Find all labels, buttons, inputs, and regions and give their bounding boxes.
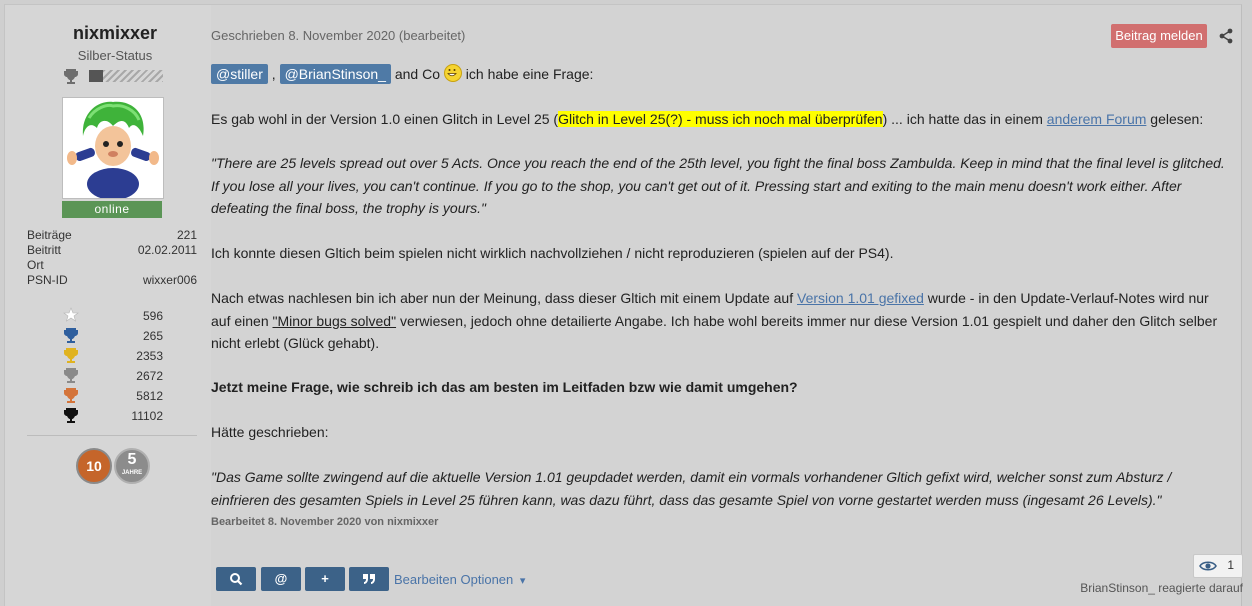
- stat-joined: Beitritt 02.02.2011: [27, 243, 197, 258]
- paragraph-would-write: Hätte geschrieben:: [211, 424, 329, 440]
- trophy-stat-value: 5812: [136, 389, 163, 403]
- chevron-down-icon: ▾: [519, 575, 526, 587]
- minor-bugs-link[interactable]: "Minor bugs solved": [273, 313, 397, 329]
- badge-5-years-icon[interactable]: 5 JAHRE: [114, 448, 150, 484]
- trophy-stat-value: 2672: [136, 369, 163, 383]
- trophy-stat-stars: 596: [63, 307, 163, 325]
- text: ) ... ich hatte das in einem: [882, 111, 1043, 127]
- stat-posts: Beiträge 221: [27, 228, 197, 243]
- stat-location: Ort: [27, 258, 197, 273]
- stat-label: Ort: [27, 258, 44, 272]
- forum-post: nixmixxer Silber-Status online Beiträge …: [4, 4, 1243, 606]
- paragraph-reproduce: Ich konnte diesen Gltich beim spielen ni…: [211, 245, 894, 261]
- text: Es gab wohl in der Version 1.0 einen Gli…: [211, 111, 559, 127]
- edit-options-label: Bearbeiten Optionen: [394, 572, 514, 587]
- author-rank: Silber-Status: [77, 48, 153, 63]
- bronze-trophy-icon: [64, 388, 78, 403]
- avatar[interactable]: [62, 97, 164, 199]
- quote-icon: [363, 574, 375, 584]
- trophy-stat-value: 265: [142, 329, 163, 343]
- reaction-text[interactable]: BrianStinson_ reagierte darauf: [1073, 581, 1243, 595]
- platinum-trophy-icon: [64, 328, 78, 343]
- rank-progress-bar: [89, 70, 163, 82]
- trophy-icon: [64, 69, 78, 84]
- quote-paragraph: "There are 25 levels spread out over 5 A…: [211, 155, 1225, 216]
- badge-10-icon[interactable]: 10: [76, 448, 112, 484]
- search-icon: [230, 573, 243, 586]
- star-icon: [63, 307, 79, 322]
- quote-button[interactable]: [349, 567, 389, 591]
- paragraph-glitch: Es gab wohl in der Version 1.0 einen Gli…: [211, 108, 1231, 131]
- intro-text: and Co: [394, 66, 440, 82]
- trophy-stat-gold: 2353: [63, 347, 163, 365]
- post-content: Geschrieben 8. November 2020 (bearbeitet…: [211, 5, 1243, 606]
- author-sidebar: nixmixxer Silber-Status online Beiträge …: [5, 5, 211, 606]
- stat-value: 02.02.2011: [137, 243, 197, 257]
- author-name[interactable]: nixmixxer: [5, 23, 225, 44]
- stat-label: PSN-ID: [27, 273, 68, 287]
- trophy-stat-value: 2353: [136, 349, 163, 363]
- badge-number: 5: [127, 451, 137, 468]
- paragraph-update: Nach etwas nachlesen bin ich aber nun de…: [211, 287, 1231, 355]
- stat-psn-id: PSN-ID wixxer006: [27, 273, 197, 288]
- trophy-stat-value: 596: [142, 309, 163, 323]
- text: gelesen:: [1150, 111, 1204, 127]
- trophy-stat-bronze: 5812: [63, 387, 163, 405]
- forum-link[interactable]: anderem Forum: [1047, 111, 1147, 127]
- gold-trophy-icon: [64, 348, 78, 363]
- add-button[interactable]: +: [305, 567, 345, 591]
- mention-brianstinson[interactable]: @BrianStinson_: [279, 64, 391, 84]
- badge-label: JAHRE: [121, 470, 143, 476]
- search-button[interactable]: [216, 567, 256, 591]
- edit-options-menu[interactable]: Bearbeiten Optionen ▾: [394, 572, 525, 587]
- version-link[interactable]: Version 1.01 gefixed: [797, 290, 924, 306]
- online-status-badge: online: [62, 201, 162, 218]
- silver-trophy-icon: [64, 368, 78, 383]
- trophy-stat-total: 11102: [63, 407, 163, 425]
- rank-progress: [63, 68, 163, 86]
- smiley-icon: [443, 64, 462, 82]
- stat-value: wixxer006: [142, 273, 197, 287]
- quote-paragraph-2: "Das Game sollte zwingend auf die aktuel…: [211, 469, 1172, 508]
- share-icon[interactable]: [1219, 28, 1233, 44]
- intro-paragraph: @stiller , @BrianStinson_ and Co ich hab…: [211, 63, 1231, 86]
- question-paragraph: Jetzt meine Frage, wie schreib ich das a…: [211, 379, 798, 395]
- mention-stiller[interactable]: @stiller: [211, 64, 268, 84]
- edited-note: Bearbeitet 8. November 2020 von nixmixxe…: [211, 516, 439, 528]
- comma: ,: [271, 66, 276, 82]
- trophy-stat-value: 11102: [131, 409, 163, 423]
- stat-label: Beitritt: [27, 243, 62, 257]
- highlighted-text: Glitch in Level 25(?) - muss ich noch ma…: [558, 111, 883, 127]
- eye-icon: [1199, 561, 1217, 571]
- report-post-button[interactable]: Beitrag melden: [1111, 24, 1207, 48]
- stat-value: 221: [176, 228, 197, 242]
- sidebar-divider: [27, 435, 197, 436]
- total-trophy-icon: [64, 408, 78, 423]
- stat-label: Beiträge: [27, 228, 72, 242]
- text: Nach etwas nachlesen bin ich aber nun de…: [211, 290, 794, 306]
- trophy-stat-silver: 2672: [63, 367, 163, 385]
- mention-button[interactable]: @: [261, 567, 301, 591]
- post-date[interactable]: Geschrieben 8. November 2020 (bearbeitet…: [211, 28, 465, 43]
- intro-question: ich habe eine Frage:: [465, 66, 594, 82]
- reaction-counter[interactable]: 1: [1193, 554, 1243, 578]
- reaction-count: 1: [1227, 558, 1234, 572]
- trophy-stat-platinum: 265: [63, 327, 163, 345]
